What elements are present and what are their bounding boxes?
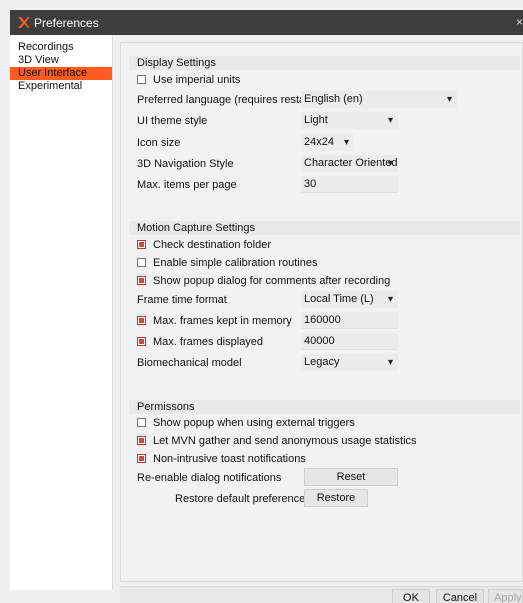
external-triggers-option[interactable]: Show popup when using external triggers — [137, 415, 355, 431]
popup-comments-option[interactable]: Show popup dialog for comments after rec… — [137, 273, 390, 289]
anonymous-stats-option[interactable]: Let MVN gather and send anonymous usage … — [137, 433, 417, 449]
check-destination-option[interactable]: Check destination folder — [137, 237, 271, 253]
external-triggers-label: Show popup when using external triggers — [153, 417, 355, 429]
frames-memory-option[interactable]: Max. frames kept in memory — [137, 313, 292, 329]
permissions-header: Permissons — [129, 400, 520, 414]
apply-button[interactable]: Apply — [488, 589, 523, 603]
imperial-units-checkbox[interactable] — [137, 75, 146, 84]
frames-memory-checkbox[interactable] — [137, 316, 146, 325]
app-logo-icon — [18, 17, 29, 28]
simple-calibration-label: Enable simple calibration routines — [153, 257, 318, 269]
biomechanical-select[interactable]: Legacy — [301, 354, 398, 371]
window-title: Preferences — [34, 16, 99, 30]
toast-notifications-option[interactable]: Non-intrusive toast notifications — [137, 451, 306, 467]
simple-calibration-checkbox[interactable] — [137, 258, 146, 267]
language-label: Preferred language (requires restart) — [137, 94, 316, 106]
popup-comments-label: Show popup dialog for comments after rec… — [153, 275, 391, 287]
language-select[interactable]: English (en) — [301, 91, 457, 108]
settings-panel: Display Settings Use imperial units Pref… — [120, 42, 523, 582]
simple-calibration-option[interactable]: Enable simple calibration routines — [137, 255, 317, 271]
nav-style-label: 3D Navigation Style — [137, 158, 234, 170]
sidebar-item-user-interface[interactable]: User Interface — [10, 67, 112, 80]
frames-memory-input[interactable]: 160000 — [301, 312, 398, 329]
max-items-input[interactable]: 30 — [301, 176, 398, 193]
close-icon[interactable]: × — [516, 15, 523, 29]
frames-memory-label: Max. frames kept in memory — [153, 315, 292, 327]
popup-comments-checkbox[interactable] — [137, 276, 146, 285]
sidebar-item-recordings[interactable]: Recordings — [10, 41, 112, 54]
sidebar-item-experimental[interactable]: Experimental — [10, 80, 112, 93]
reenable-dialogs-label: Re-enable dialog notifications — [137, 472, 282, 484]
theme-label: UI theme style — [137, 115, 208, 127]
anonymous-stats-checkbox[interactable] — [137, 436, 146, 445]
toast-notifications-label: Non-intrusive toast notifications — [153, 453, 306, 465]
frames-displayed-option[interactable]: Max. frames displayed — [137, 334, 263, 350]
restore-defaults-label: Restore default preferences — [175, 493, 311, 505]
theme-select[interactable]: Light — [301, 112, 398, 129]
imperial-units-label: Use imperial units — [153, 74, 241, 86]
nav-style-select[interactable]: Character Oriented — [301, 155, 398, 172]
settings-content: Display Settings Use imperial units Pref… — [120, 42, 523, 586]
check-destination-label: Check destination folder — [153, 239, 272, 251]
check-destination-checkbox[interactable] — [137, 240, 146, 249]
frames-displayed-input[interactable]: 40000 — [301, 333, 398, 350]
display-settings-header: Display Settings — [129, 56, 520, 70]
reset-button[interactable]: Reset — [304, 468, 398, 486]
frames-displayed-label: Max. frames displayed — [153, 336, 264, 348]
toast-notifications-checkbox[interactable] — [137, 454, 146, 463]
restore-button[interactable]: Restore — [304, 489, 368, 507]
frame-time-select[interactable]: Local Time (L) — [301, 291, 398, 308]
biomechanical-label: Biomechanical model — [137, 357, 242, 369]
external-triggers-checkbox[interactable] — [137, 418, 146, 427]
sidebar: Recordings 3D View User Interface Experi… — [10, 35, 113, 590]
ok-button[interactable]: OK — [392, 589, 430, 603]
max-items-label: Max. items per page — [137, 179, 237, 191]
sidebar-item-3d-view[interactable]: 3D View — [10, 54, 112, 67]
cancel-button[interactable]: Cancel — [436, 589, 484, 603]
anonymous-stats-label: Let MVN gather and send anonymous usage … — [153, 435, 417, 447]
frames-displayed-checkbox[interactable] — [137, 337, 146, 346]
mocap-settings-header: Motion Capture Settings — [129, 221, 520, 235]
window-titlebar: Preferences × — [10, 10, 523, 35]
frame-time-label: Frame time format — [137, 294, 227, 306]
icon-size-label: Icon size — [137, 137, 181, 149]
icon-size-select[interactable]: 24x24 — [301, 134, 354, 151]
imperial-units-option[interactable]: Use imperial units — [137, 72, 240, 88]
